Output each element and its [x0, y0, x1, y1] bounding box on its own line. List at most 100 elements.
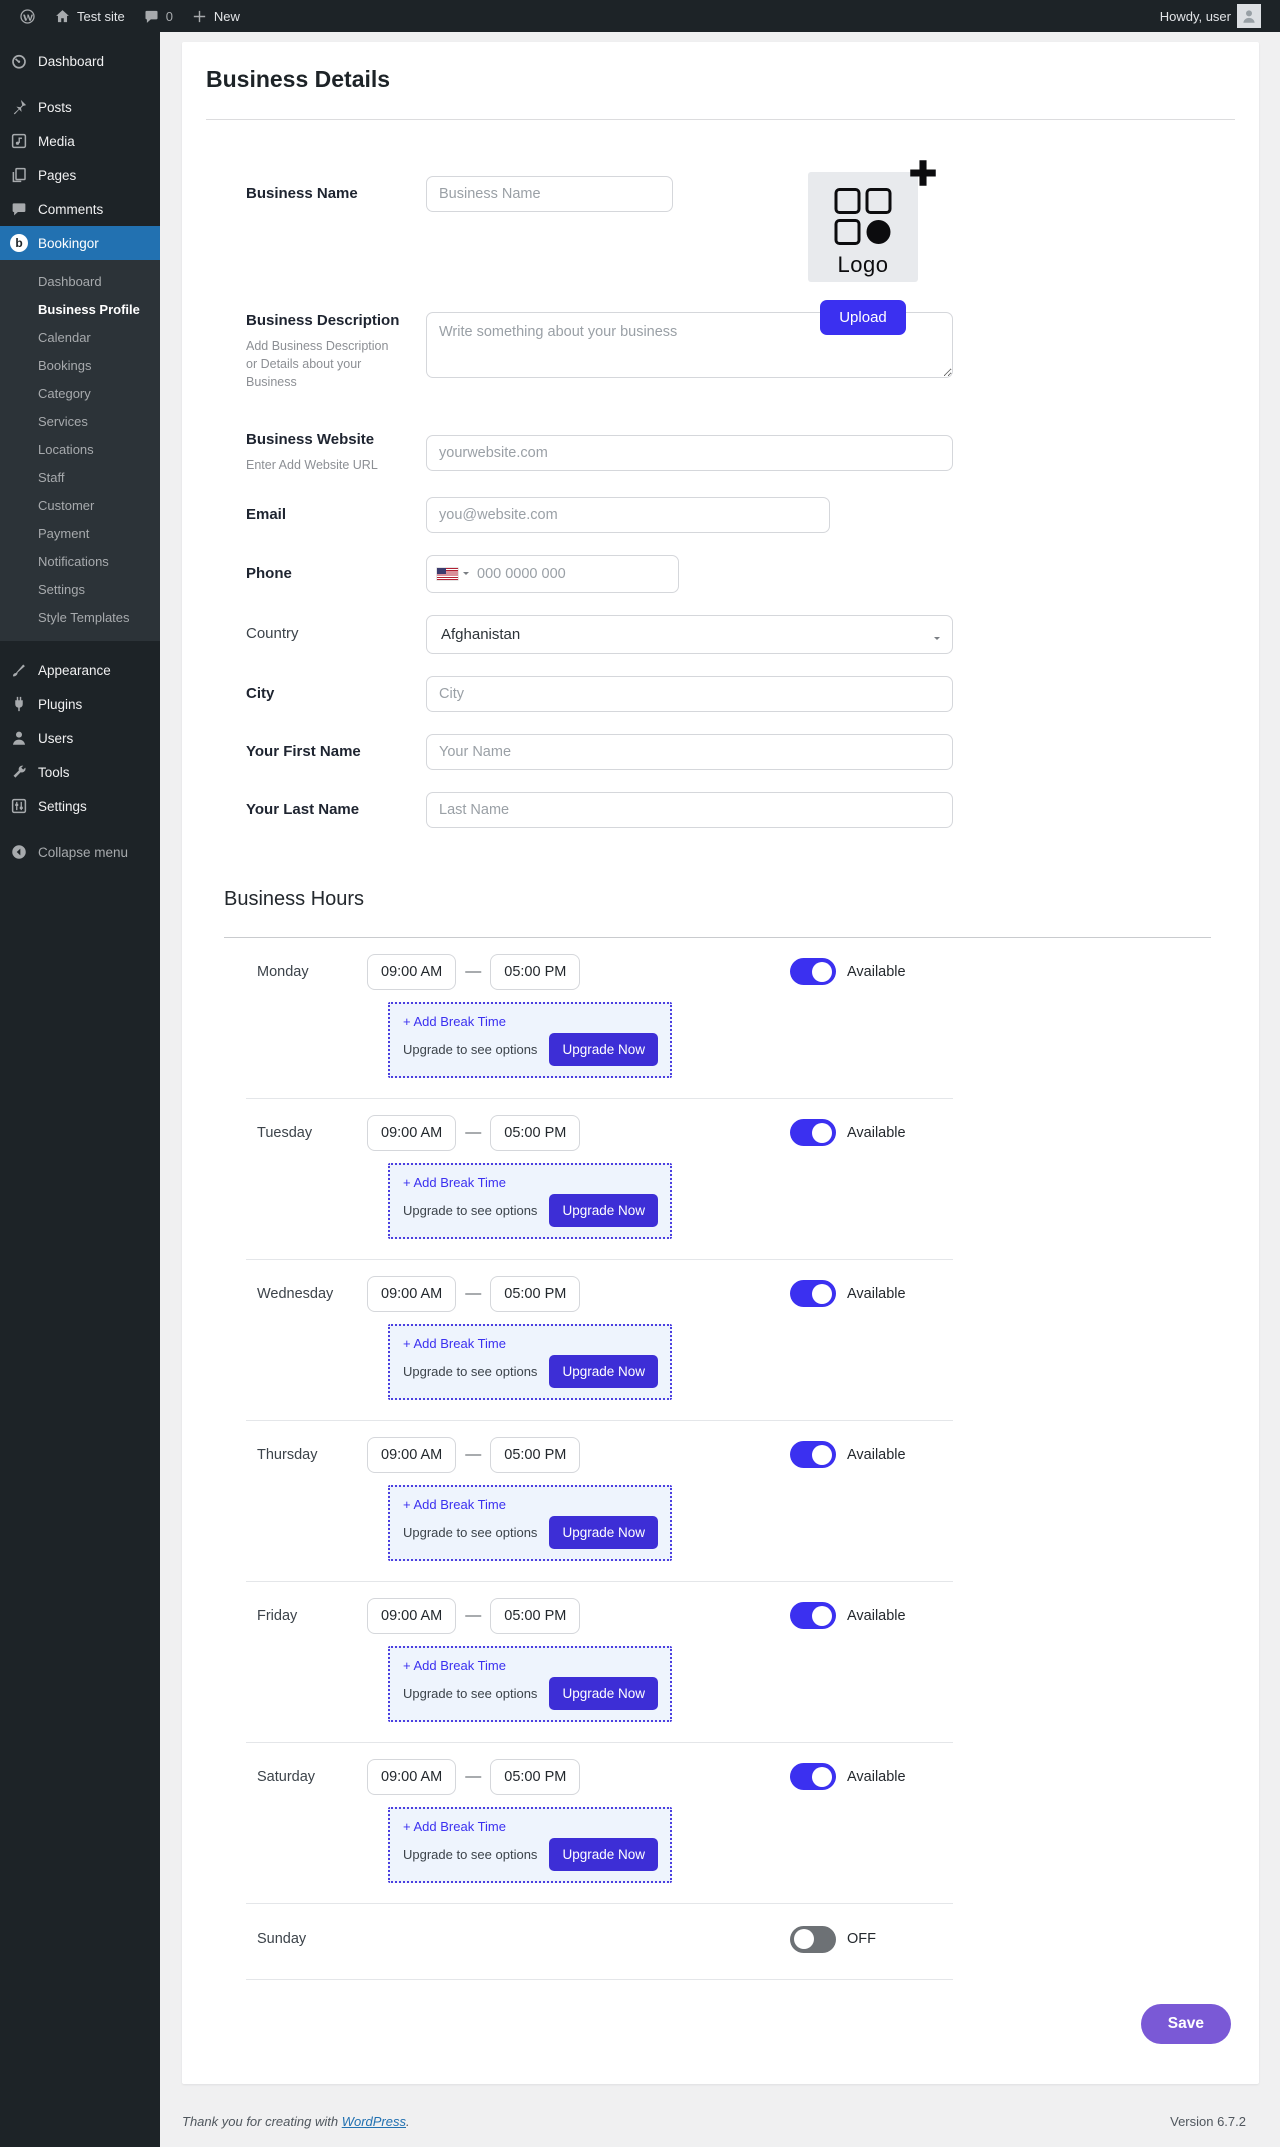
sidebar-subitem-locations[interactable]: Locations [0, 435, 160, 463]
upgrade-hint-text: Upgrade to see options [403, 1525, 537, 1540]
email-input[interactable] [426, 497, 830, 533]
sidebar-item-posts[interactable]: Posts [0, 90, 160, 124]
sidebar-subitem-payment[interactable]: Payment [0, 519, 160, 547]
business-hours-row: Monday 09:00 AM — 05:00 PM Available + A… [246, 938, 953, 1099]
sidebar-item-pages[interactable]: Pages [0, 158, 160, 192]
upgrade-now-button[interactable]: Upgrade Now [549, 1194, 658, 1227]
start-time-input[interactable]: 09:00 AM [367, 1598, 456, 1634]
sidebar-subitem-services[interactable]: Services [0, 407, 160, 435]
availability-toggle[interactable] [790, 958, 836, 985]
upgrade-now-button[interactable]: Upgrade Now [549, 1355, 658, 1388]
main-content: Business Details Logo Upload B [160, 32, 1280, 2147]
sidebar-subitem-staff[interactable]: Staff [0, 463, 160, 491]
sidebar-subitem-business-profile[interactable]: Business Profile [0, 295, 160, 323]
upgrade-now-button[interactable]: Upgrade Now [549, 1838, 658, 1871]
sidebar-subitem-bookings[interactable]: Bookings [0, 351, 160, 379]
us-flag-icon[interactable] [437, 568, 458, 580]
wordpress-logo-icon[interactable] [10, 0, 45, 32]
add-break-time-link[interactable]: + Add Break Time [403, 1336, 658, 1351]
admin-top-bar: Test site 0 New Howdy, user [0, 0, 1280, 32]
availability-toggle[interactable] [790, 1441, 836, 1468]
add-break-time-link[interactable]: + Add Break Time [403, 1658, 658, 1673]
add-break-time-link[interactable]: + Add Break Time [403, 1497, 658, 1512]
sidebar-subitem-settings[interactable]: Settings [0, 575, 160, 603]
sidebar-item-bookingor[interactable]: b Bookingor [0, 226, 160, 260]
sidebar-item-plugins[interactable]: Plugins [0, 687, 160, 721]
business-hours-row: Sunday OFF [246, 1904, 953, 1980]
sliders-icon [10, 797, 28, 815]
sidebar-item-users[interactable]: Users [0, 721, 160, 755]
start-time-input[interactable]: 09:00 AM [367, 954, 456, 990]
collapse-menu-button[interactable]: Collapse menu [0, 835, 160, 869]
availability-toggle[interactable] [790, 1763, 836, 1790]
end-time-input[interactable]: 05:00 PM [490, 954, 580, 990]
start-time-input[interactable]: 09:00 AM [367, 1115, 456, 1151]
business-website-label: Business Website [246, 431, 374, 448]
start-time-input[interactable]: 09:00 AM [367, 1759, 456, 1795]
day-label: Monday [246, 964, 367, 980]
availability-toggle[interactable] [790, 1280, 836, 1307]
wordpress-link[interactable]: WordPress [342, 2114, 406, 2129]
sidebar-subitem-customer[interactable]: Customer [0, 491, 160, 519]
add-break-time-link[interactable]: + Add Break Time [403, 1175, 658, 1190]
availability-toggle[interactable] [790, 1602, 836, 1629]
first-name-label: Your First Name [246, 743, 361, 760]
phone-input[interactable] [469, 556, 678, 592]
toggle-knob-icon [812, 1767, 832, 1787]
business-website-input[interactable] [426, 435, 953, 471]
sidebar-item-comments[interactable]: Comments [0, 192, 160, 226]
end-time-input[interactable]: 05:00 PM [490, 1115, 580, 1151]
logo-placeholder[interactable]: Logo [808, 172, 918, 282]
upgrade-now-button[interactable]: Upgrade Now [549, 1677, 658, 1710]
sidebar-item-label: Settings [38, 799, 87, 814]
sidebar-subitem-dashboard[interactable]: Dashboard [0, 267, 160, 295]
sidebar-subitem-style-templates[interactable]: Style Templates [0, 603, 160, 631]
sidebar-subitem-notifications[interactable]: Notifications [0, 547, 160, 575]
end-time-input[interactable]: 05:00 PM [490, 1437, 580, 1473]
day-label: Tuesday [246, 1125, 367, 1141]
comment-bubble-icon [143, 8, 160, 25]
phone-label: Phone [246, 565, 292, 582]
sidebar-item-settings[interactable]: Settings [0, 789, 160, 823]
start-time-input[interactable]: 09:00 AM [367, 1276, 456, 1312]
toggle-knob-icon [812, 1445, 832, 1465]
business-name-input[interactable] [426, 176, 673, 212]
save-button[interactable]: Save [1141, 2004, 1231, 2044]
business-hours-row: Thursday 09:00 AM — 05:00 PM Available +… [246, 1421, 953, 1582]
sidebar-subitem-category[interactable]: Category [0, 379, 160, 407]
sidebar-item-media[interactable]: Media [0, 124, 160, 158]
avatar [1237, 4, 1261, 28]
howdy-user-menu[interactable]: Howdy, user [1151, 0, 1270, 32]
business-hours-row: Wednesday 09:00 AM — 05:00 PM Available … [246, 1260, 953, 1421]
city-input[interactable] [426, 676, 953, 712]
day-label: Saturday [246, 1769, 367, 1785]
sidebar-item-dashboard[interactable]: Dashboard [0, 44, 160, 78]
comments-menu[interactable]: 0 [134, 0, 182, 32]
media-icon [10, 132, 28, 150]
end-time-input[interactable]: 05:00 PM [490, 1598, 580, 1634]
plug-icon [10, 695, 28, 713]
last-name-input[interactable] [426, 792, 953, 828]
new-label: New [214, 9, 240, 24]
business-description-label: Business Description [246, 312, 399, 329]
end-time-input[interactable]: 05:00 PM [490, 1759, 580, 1795]
site-menu[interactable]: Test site [45, 0, 134, 32]
availability-toggle[interactable] [790, 1926, 836, 1953]
upgrade-now-button[interactable]: Upgrade Now [549, 1516, 658, 1549]
sidebar-item-tools[interactable]: Tools [0, 755, 160, 789]
add-break-time-link[interactable]: + Add Break Time [403, 1014, 658, 1029]
pushpin-icon [10, 98, 28, 116]
start-time-input[interactable]: 09:00 AM [367, 1437, 456, 1473]
comment-bubble-icon [10, 200, 28, 218]
add-break-time-link[interactable]: + Add Break Time [403, 1819, 658, 1834]
availability-toggle[interactable] [790, 1119, 836, 1146]
first-name-input[interactable] [426, 734, 953, 770]
select-caret-icon [934, 637, 940, 643]
new-content-menu[interactable]: New [182, 0, 249, 32]
upload-button[interactable]: Upload [820, 300, 906, 335]
country-select[interactable]: Afghanistan [426, 615, 953, 654]
end-time-input[interactable]: 05:00 PM [490, 1276, 580, 1312]
sidebar-item-appearance[interactable]: Appearance [0, 653, 160, 687]
sidebar-subitem-calendar[interactable]: Calendar [0, 323, 160, 351]
upgrade-now-button[interactable]: Upgrade Now [549, 1033, 658, 1066]
